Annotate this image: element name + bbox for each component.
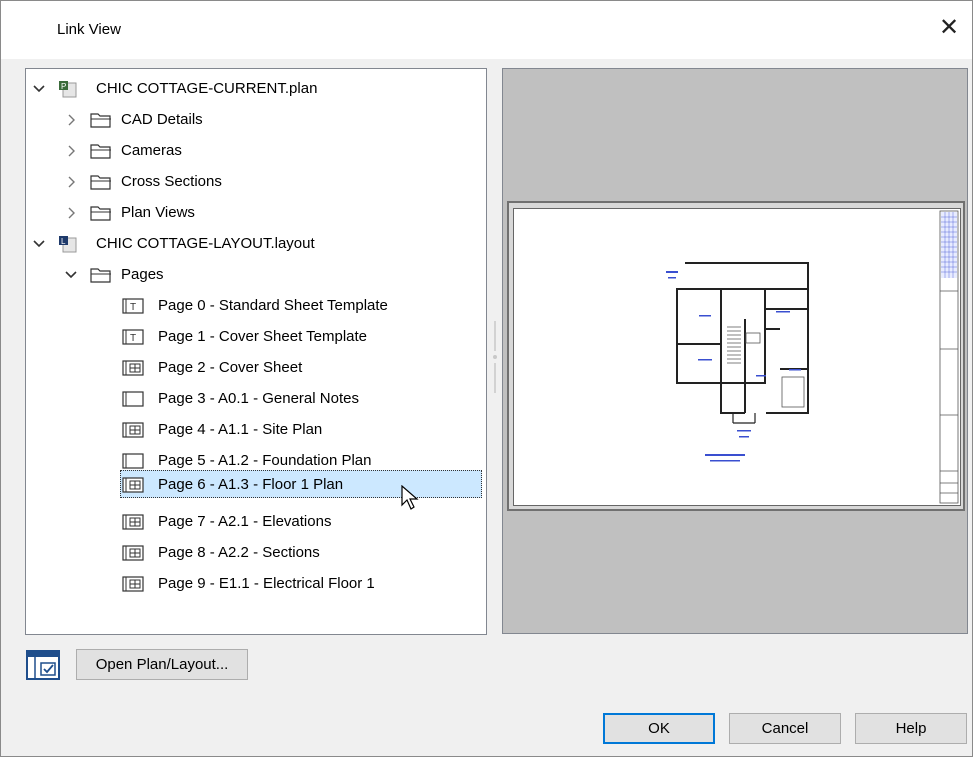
floor-plan-thumbnail <box>666 210 959 504</box>
tree-item-label: Page 4 - A1.1 - Site Plan <box>158 421 323 438</box>
help-button[interactable]: Help <box>855 713 967 744</box>
tree-item-label: Page 1 - Cover Sheet Template <box>158 328 368 345</box>
tree-item-layout-file[interactable]: L CHIC COTTAGE-LAYOUT.layout <box>26 230 484 258</box>
tree-item-cross-sections[interactable]: Cross Sections <box>26 168 484 196</box>
tree-item-plan-file[interactable]: P CHIC COTTAGE-CURRENT.plan <box>26 75 484 103</box>
tree-item-label: Page 8 - A2.2 - Sections <box>158 544 320 561</box>
chevron-right-icon[interactable] <box>64 168 78 196</box>
tree-item-page[interactable]: Page 7 - A2.1 - Elevations <box>26 508 484 536</box>
page-preview-frame <box>507 201 965 511</box>
tree-item-page-selected[interactable]: Page 6 - A1.3 - Floor 1 Plan <box>26 471 484 510</box>
tree-item-cad-details[interactable]: CAD Details <box>26 106 484 134</box>
folder-icon <box>90 111 111 129</box>
blank-page-icon <box>122 452 144 470</box>
chevron-right-icon[interactable] <box>64 137 78 165</box>
tree-item-label: Page 3 - A0.1 - General Notes <box>158 390 359 407</box>
open-plan-layout-button[interactable]: Open Plan/Layout... <box>76 649 248 680</box>
tree-item-label: Page 2 - Cover Sheet <box>158 359 303 376</box>
layout-file-icon: L <box>58 235 78 253</box>
tree-item-pages-folder[interactable]: Pages <box>26 261 484 289</box>
tree-item-page[interactable]: Page 2 - Cover Sheet <box>26 354 484 382</box>
tree-item-page[interactable]: Page 4 - A1.1 - Site Plan <box>26 416 484 444</box>
svg-text:P: P <box>61 82 66 91</box>
close-icon[interactable]: ✕ <box>934 13 964 43</box>
ok-button[interactable]: OK <box>603 713 715 744</box>
page-with-view-icon <box>122 476 144 494</box>
tree-item-label: Page 6 - A1.3 - Floor 1 Plan <box>158 476 344 493</box>
tree-item-label: CHIC COTTAGE-CURRENT.plan <box>96 80 318 97</box>
tree-item-label: Cameras <box>121 142 182 159</box>
tree-item-label: Plan Views <box>121 204 195 221</box>
folder-icon <box>90 173 111 191</box>
chevron-right-icon[interactable] <box>64 106 78 134</box>
blank-page-icon <box>122 390 144 408</box>
template-page-icon: T <box>122 297 144 315</box>
page-with-view-icon <box>122 421 144 439</box>
folder-icon <box>90 142 111 160</box>
page-preview-sheet <box>513 208 961 506</box>
page-with-view-icon <box>122 544 144 562</box>
page-with-view-icon <box>122 359 144 377</box>
title-bar: Link View ✕ <box>1 1 972 59</box>
tree-item-label: CHIC COTTAGE-LAYOUT.layout <box>96 235 315 252</box>
plan-file-icon: P <box>58 80 78 98</box>
chevron-right-icon[interactable] <box>64 199 78 227</box>
tree-item-plan-views[interactable]: Plan Views <box>26 199 484 227</box>
tree-item-page[interactable]: T Page 0 - Standard Sheet Template <box>26 292 484 320</box>
template-page-icon: T <box>122 328 144 346</box>
view-tree[interactable]: P CHIC COTTAGE-CURRENT.plan CAD Details … <box>25 68 487 635</box>
chevron-down-icon[interactable] <box>64 261 78 289</box>
open-folder-icon <box>90 266 111 284</box>
page-with-view-icon <box>122 575 144 593</box>
tree-item-label: Page 9 - E1.1 - Electrical Floor 1 <box>158 575 375 592</box>
tree-item-label: Cross Sections <box>121 173 222 190</box>
dialog-title: Link View <box>57 21 121 38</box>
chevron-down-icon[interactable] <box>32 75 46 103</box>
cancel-button[interactable]: Cancel <box>729 713 841 744</box>
page-with-view-icon <box>122 513 144 531</box>
tree-item-cameras[interactable]: Cameras <box>26 137 484 165</box>
tree-item-label: Page 7 - A2.1 - Elevations <box>158 513 332 530</box>
link-view-dialog: Link View ✕ P CHIC COTTAGE-CURRENT.plan … <box>0 0 973 757</box>
layout-preview-pane <box>502 68 968 634</box>
folder-icon <box>90 204 111 222</box>
tree-item-page[interactable]: Page 8 - A2.2 - Sections <box>26 539 484 567</box>
tree-item-label: Pages <box>121 266 164 283</box>
view-toggle-icon[interactable] <box>25 649 61 681</box>
svg-text:T: T <box>130 302 136 313</box>
pane-splitter[interactable] <box>492 321 498 393</box>
tree-item-page[interactable]: Page 3 - A0.1 - General Notes <box>26 385 484 413</box>
tree-item-label: Page 0 - Standard Sheet Template <box>158 297 388 314</box>
tree-item-page[interactable]: Page 9 - E1.1 - Electrical Floor 1 <box>26 570 484 598</box>
svg-text:T: T <box>130 333 136 344</box>
tree-item-page[interactable]: T Page 1 - Cover Sheet Template <box>26 323 484 351</box>
tree-item-label: CAD Details <box>121 111 203 128</box>
chevron-down-icon[interactable] <box>32 230 46 258</box>
svg-text:L: L <box>61 237 66 246</box>
